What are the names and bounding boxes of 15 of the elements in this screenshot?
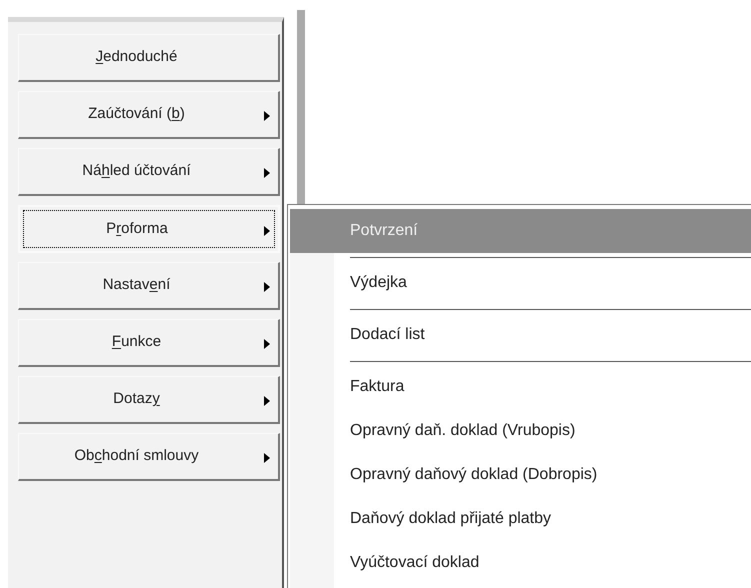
menu-button[interactable]: Nastavení [18, 262, 280, 310]
menu-button[interactable]: Zaúčtování (b) [18, 91, 280, 139]
menu-button[interactable]: Obchodní smlouvy [18, 433, 280, 481]
menu-button[interactable]: Proforma [18, 205, 280, 253]
menu-item[interactable]: Daňový doklad přijaté platby [290, 497, 751, 541]
menu-button[interactable]: Jednoduché [18, 34, 280, 82]
menu-item[interactable]: Opravný daň. doklad (Vrubopis) [290, 409, 751, 453]
menu-item[interactable]: Vyúčtovací doklad [290, 541, 751, 585]
menu-item[interactable]: Výdejka [290, 261, 751, 305]
menu-button[interactable]: Funkce [18, 319, 280, 367]
menu-item[interactable]: Dodací list [290, 313, 751, 357]
menu-item[interactable]: Opravný daňový doklad (Dobropis) [290, 453, 751, 497]
menu-button[interactable]: Dotazy [18, 376, 280, 424]
menu-item[interactable]: Faktura [290, 365, 751, 409]
menu-button[interactable]: Náhled účtování [18, 148, 280, 196]
